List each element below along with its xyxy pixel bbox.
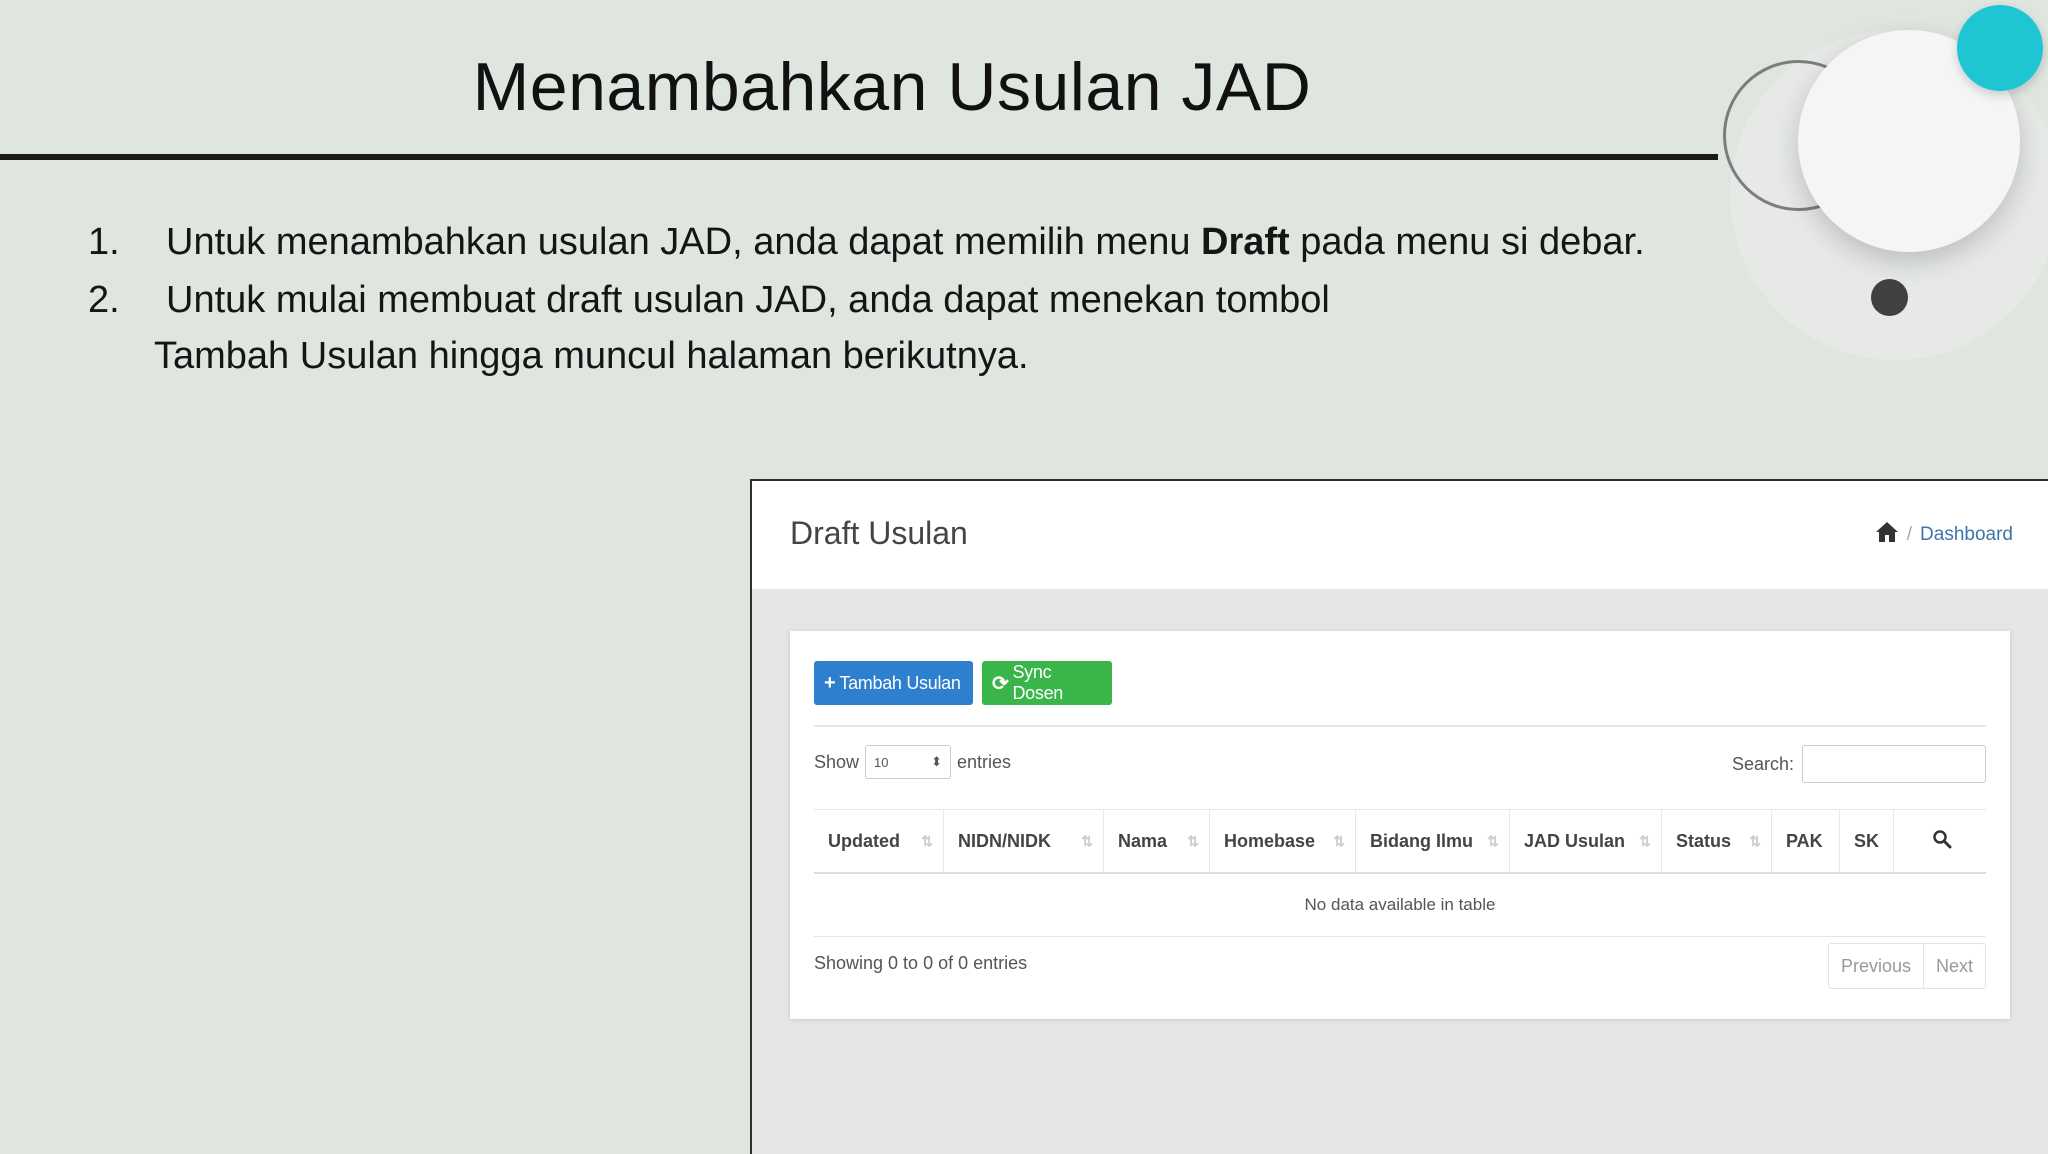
instruction-item-2: 2. Untuk mulai membuat draft usulan JAD,…: [88, 276, 1648, 324]
sort-icon: ⇅: [1187, 832, 1199, 849]
draft-card: + Tambah Usulan ⟳ Sync Dosen Show 10 ⬍ e…: [790, 631, 2010, 1019]
app-screenshot: Draft Usulan / Dashboard + Tambah Usulan…: [750, 479, 2048, 1154]
column-bidang-ilmu[interactable]: Bidang Ilmu ⇅: [1356, 810, 1510, 872]
content-header: Draft Usulan / Dashboard: [752, 481, 2048, 589]
search-control: Search:: [1732, 745, 1986, 783]
search-icon[interactable]: [1932, 829, 1952, 854]
item-number: 1.: [88, 221, 120, 263]
home-icon[interactable]: [1875, 521, 1899, 549]
column-nidn[interactable]: NIDN/NIDK ⇅: [944, 810, 1104, 872]
decorative-dark-dot: [1871, 279, 1908, 316]
sort-icon: ⇅: [1081, 832, 1093, 849]
divider: [814, 725, 1986, 727]
column-status[interactable]: Status ⇅: [1662, 810, 1772, 872]
item-bold-text: Draft: [1201, 221, 1290, 263]
column-pak: PAK: [1772, 810, 1840, 872]
add-proposal-button[interactable]: + Tambah Usulan: [814, 661, 973, 705]
sync-lecturer-label: Sync Dosen: [1012, 662, 1064, 703]
sort-icon: ⇅: [1749, 832, 1761, 849]
item-text: pada menu si debar.: [1289, 221, 1645, 263]
breadcrumb: / Dashboard: [1875, 521, 2013, 549]
breadcrumb-separator: /: [1906, 524, 1913, 545]
search-input[interactable]: [1802, 745, 1986, 783]
sort-icon: ⇅: [921, 832, 933, 849]
breadcrumb-dashboard-link[interactable]: Dashboard: [1920, 524, 2013, 546]
search-label: Search:: [1731, 753, 1794, 774]
entries-length-control: Show 10 ⬍ entries: [814, 745, 1011, 779]
table-info: Showing 0 to 0 of 0 entries: [814, 953, 1028, 973]
item-number: 2.: [88, 279, 120, 321]
sort-icon: ⇅: [1333, 832, 1345, 849]
column-nama[interactable]: Nama ⇅: [1104, 810, 1210, 872]
table-header: Updated ⇅ NIDN/NIDK ⇅ Nama ⇅ Homebase ⇅ Bida…: [814, 809, 1986, 874]
slide-title: Menambahkan Usulan JAD: [472, 49, 1312, 125]
decorative-teal-disc: [1957, 5, 2043, 91]
instruction-item-1: 1. Untuk menambahkan usulan JAD, anda da…: [88, 218, 1648, 266]
previous-button[interactable]: Previous: [1829, 944, 1923, 988]
refresh-icon: ⟳: [992, 672, 1009, 695]
entries-label: entries: [957, 751, 1012, 772]
column-search[interactable]: [1894, 810, 1986, 872]
draft-table: Updated ⇅ NIDN/NIDK ⇅ Nama ⇅ Homebase ⇅ Bida…: [814, 809, 1986, 937]
title-underline: [0, 154, 1718, 160]
sort-updown-icon: ⬍: [931, 754, 943, 769]
page-title: Draft Usulan: [790, 515, 968, 551]
column-updated[interactable]: Updated ⇅: [814, 810, 944, 872]
plus-icon: +: [824, 671, 836, 694]
show-label: Show: [814, 751, 860, 772]
column-sk: SK: [1840, 810, 1894, 872]
pagination: Previous Next: [1827, 943, 1986, 989]
instruction-list: 1. Untuk menambahkan usulan JAD, anda da…: [88, 218, 1648, 380]
table-empty-row: No data available in table: [814, 874, 1986, 937]
next-button[interactable]: Next: [1922, 944, 1985, 988]
add-proposal-label: Tambah Usulan: [839, 672, 961, 693]
item-text: Untuk mulai membuat draft usulan JAD, an…: [166, 279, 1330, 321]
sort-icon: ⇅: [1487, 832, 1499, 849]
column-homebase[interactable]: Homebase ⇅: [1210, 810, 1356, 872]
entries-select-value: 10: [874, 754, 889, 770]
sync-lecturer-button[interactable]: ⟳ Sync Dosen: [982, 661, 1112, 705]
column-jad-usulan[interactable]: JAD Usulan ⇅: [1510, 810, 1662, 872]
sort-icon: ⇅: [1639, 832, 1651, 849]
entries-select[interactable]: 10 ⬍: [865, 745, 952, 779]
item-text: Untuk menambahkan usulan JAD, anda dapat…: [166, 221, 1202, 263]
instruction-item-2-continuation: Tambah Usulan hingga muncul halaman beri…: [154, 335, 1029, 377]
